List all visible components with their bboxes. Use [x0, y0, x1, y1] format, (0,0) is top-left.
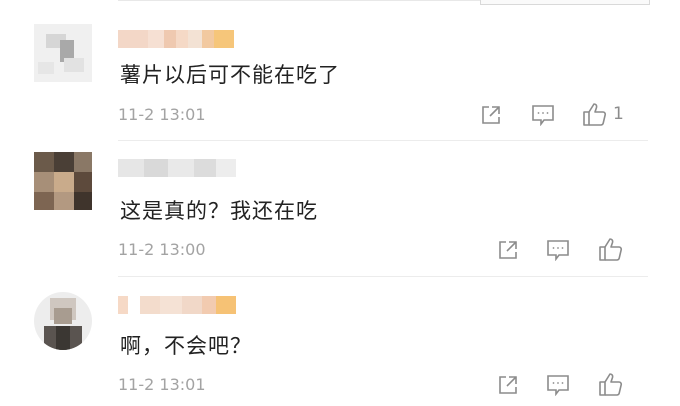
comment-timestamp: 11-2 13:01	[118, 375, 206, 394]
like-button[interactable]	[598, 371, 624, 397]
share-icon[interactable]	[480, 104, 502, 126]
share-icon[interactable]	[497, 374, 519, 396]
avatar[interactable]	[34, 292, 92, 350]
like-count: 1	[613, 104, 624, 124]
thumbs-up-icon	[599, 238, 623, 261]
comment-divider	[118, 276, 648, 277]
thumbs-up-icon	[583, 103, 607, 126]
username-blurred[interactable]	[118, 30, 234, 48]
avatar[interactable]	[34, 24, 92, 82]
top-tab-edge	[480, 0, 650, 5]
avatar[interactable]	[34, 152, 92, 210]
comment-icon[interactable]	[546, 239, 570, 261]
comment-divider	[118, 140, 648, 141]
comment-icon[interactable]	[531, 104, 555, 126]
username-blurred[interactable]	[118, 296, 236, 314]
comment-text: 薯片以后可不能在吃了	[120, 63, 340, 87]
username-blurred[interactable]	[118, 159, 236, 177]
comment-timestamp: 11-2 13:01	[118, 105, 206, 124]
comment-text: 啊，不会吧？	[120, 334, 252, 358]
comment-icon[interactable]	[546, 374, 570, 396]
like-button[interactable]: 1	[582, 101, 624, 127]
thumbs-up-icon	[599, 373, 623, 396]
share-icon[interactable]	[497, 239, 519, 261]
like-button[interactable]	[598, 236, 624, 262]
comment-text: 这是真的？我还在吃	[120, 199, 318, 223]
comment-timestamp: 11-2 13:00	[118, 240, 206, 259]
top-divider	[118, 0, 650, 6]
